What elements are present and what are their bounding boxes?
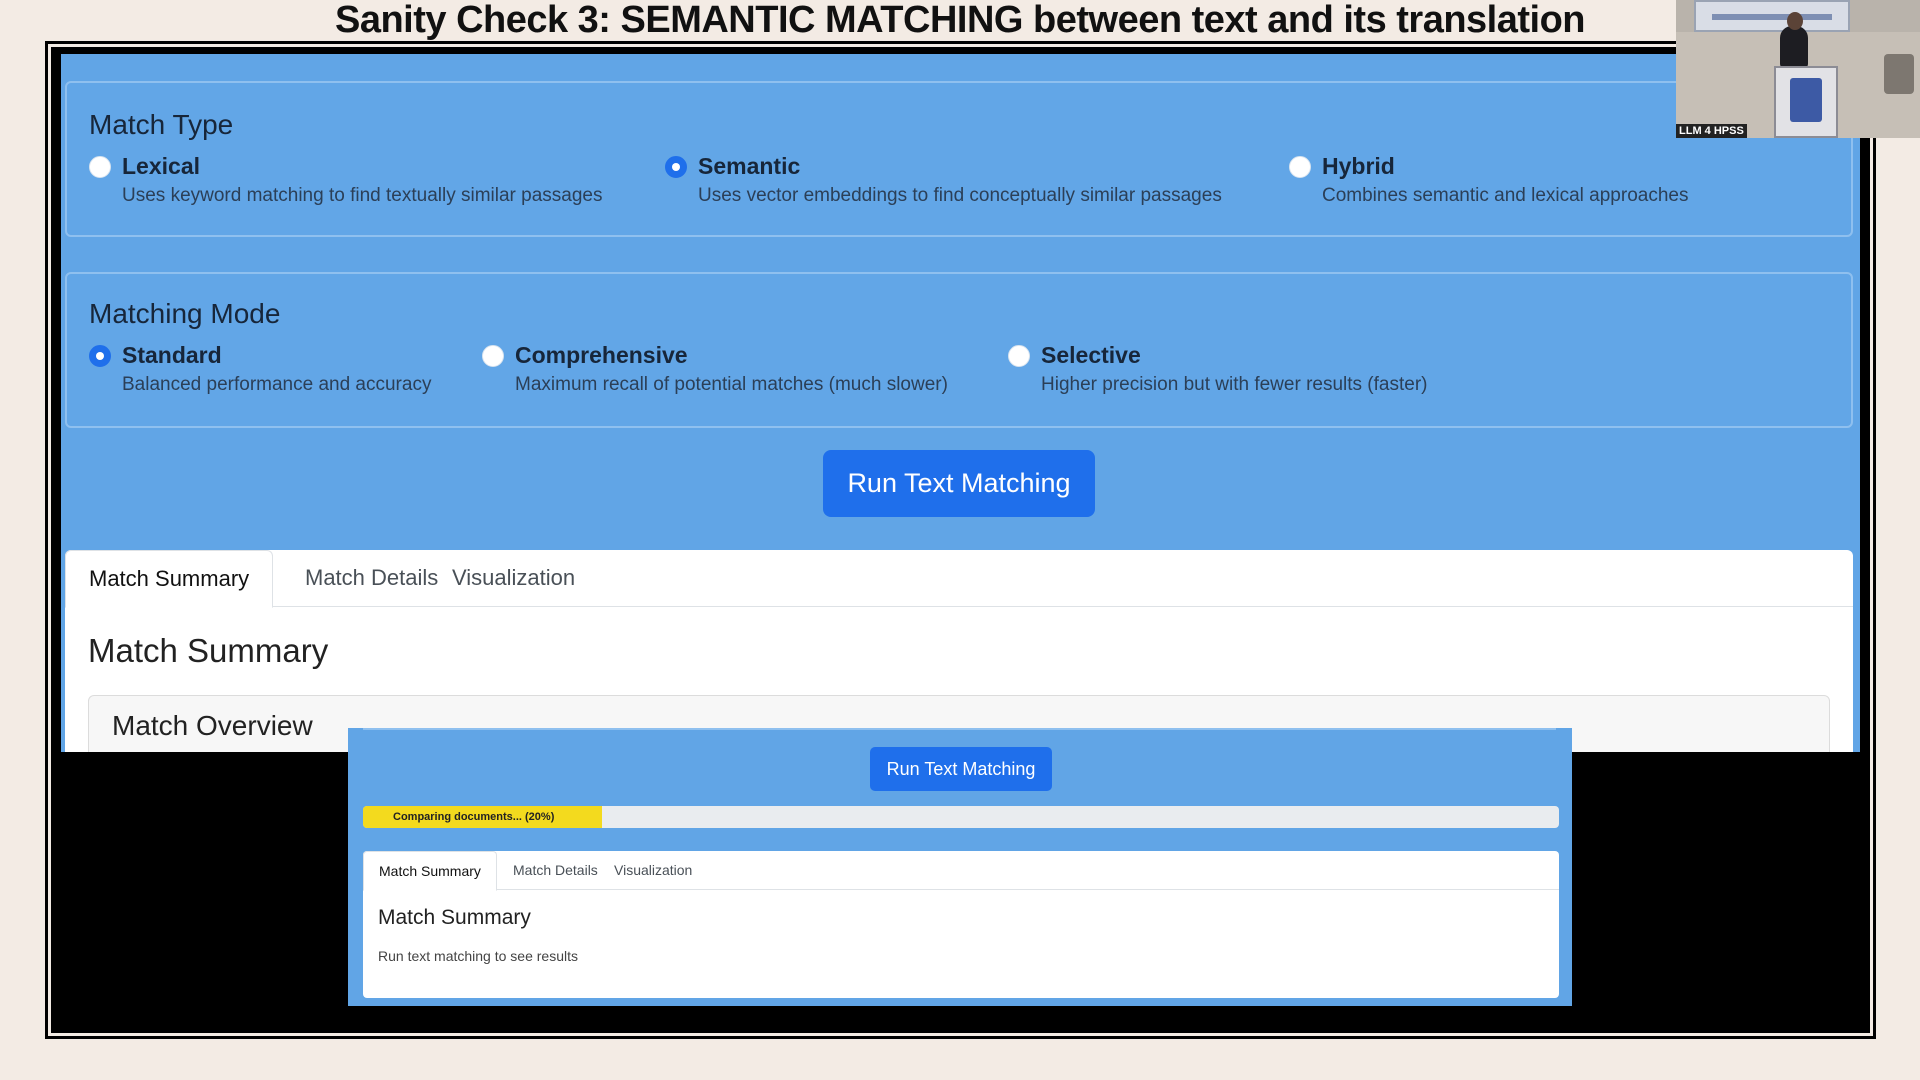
small-results-tabbar: Match Summary Match Details Visualizatio… [363,851,1559,891]
small-results-panel: Match Summary Match Details Visualizatio… [363,851,1559,998]
option-description: Combines semantic and lexical approaches [1322,185,1689,206]
radio-standard[interactable] [89,345,111,367]
option-label: Lexical [122,153,200,179]
radio-semantic[interactable] [665,156,687,178]
option-hybrid[interactable]: Hybrid Combines semantic and lexical app… [1289,153,1789,213]
text-matching-app: Match Type Lexical Uses keyword matching… [61,54,1860,752]
radio-selective[interactable] [1008,345,1030,367]
podium [1774,66,1838,138]
slide-title: Sanity Check 3: SEMANTIC MATCHING betwee… [334,0,1586,41]
tab-match-summary-small[interactable]: Match Summary [363,851,497,891]
webcam-projection-screen [1694,0,1850,32]
option-description: Higher precision but with fewer results … [1041,374,1428,395]
matching-mode-card: Matching Mode Standard Balanced performa… [65,272,1853,428]
tab-match-details-small[interactable]: Match Details [498,851,613,891]
speaker-webcam: LLM 4 HPSS [1676,0,1920,138]
option-label: Semantic [698,153,801,179]
option-description: Maximum recall of potential matches (muc… [515,374,948,395]
run-text-matching-button[interactable]: Run Text Matching [823,450,1095,517]
progress-bar: Comparing documents... (20%) [363,806,1559,828]
radio-comprehensive[interactable] [482,345,504,367]
match-type-card: Match Type Lexical Uses keyword matching… [65,81,1853,237]
option-description: Uses keyword matching to find textually … [122,185,603,206]
option-label: Selective [1041,342,1141,368]
option-label: Comprehensive [515,342,688,368]
tab-visualization[interactable]: Visualization [429,550,598,608]
option-semantic[interactable]: Semantic Uses vector embeddings to find … [665,153,1245,213]
empty-results-note: Run text matching to see results [378,948,578,964]
progress-overlay: Run Text Matching Comparing documents...… [348,728,1572,1006]
chair [1884,54,1914,94]
option-description: Uses vector embeddings to find conceptua… [698,185,1222,206]
results-tabbar: Match Summary Match Details Visualizatio… [65,550,1853,608]
radio-hybrid[interactable] [1289,156,1311,178]
option-description: Balanced performance and accuracy [122,374,432,395]
match-overview-title: Match Overview [112,710,313,741]
match-type-title: Match Type [89,109,234,140]
results-panel: Match Summary Match Details Visualizatio… [65,550,1853,752]
run-text-matching-button-small[interactable]: Run Text Matching [870,747,1052,791]
option-lexical[interactable]: Lexical Uses keyword matching to find te… [89,153,649,213]
option-standard[interactable]: Standard Balanced performance and accura… [89,342,469,402]
divider [363,728,1556,730]
tab-visualization-small[interactable]: Visualization [599,851,707,891]
option-comprehensive[interactable]: Comprehensive Maximum recall of potentia… [482,342,982,402]
matching-mode-title: Matching Mode [89,298,281,329]
webcam-label: LLM 4 HPSS [1676,124,1747,138]
results-heading: Match Summary [88,632,329,669]
option-label: Hybrid [1322,153,1395,179]
option-label: Standard [122,342,222,368]
progress-label: Comparing documents... (20%) [393,811,555,823]
radio-lexical[interactable] [89,156,111,178]
small-results-heading: Match Summary [378,906,531,929]
option-selective[interactable]: Selective Higher precision but with fewe… [1008,342,1508,402]
tab-match-summary[interactable]: Match Summary [65,550,274,608]
speaker-figure [1780,12,1808,68]
